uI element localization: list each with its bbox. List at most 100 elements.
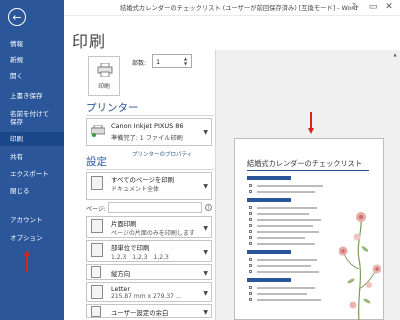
- close-button[interactable]: ✕: [384, 2, 394, 12]
- preview-checkbox: [249, 236, 252, 239]
- collate-icon: [91, 243, 103, 257]
- orientation-dropdown[interactable]: 縦方向 ▼: [86, 264, 212, 280]
- preview-text-line: [257, 191, 315, 193]
- preview-text-line: [257, 299, 321, 301]
- preview-text-line: [257, 237, 305, 239]
- back-arrow-icon[interactable]: ←: [8, 8, 26, 26]
- setting-subtitle: 215.87 mm x 279.37 ...: [111, 293, 182, 300]
- preview-checkbox: [249, 218, 252, 221]
- copies-spinner[interactable]: ▲ ▼: [184, 56, 190, 66]
- copies-label: 部数:: [132, 60, 147, 67]
- preview-section-bar: [247, 278, 291, 282]
- preview-checkbox: [249, 224, 252, 227]
- chevron-down-icon: ▼: [203, 309, 208, 316]
- preview-checkbox: [249, 258, 252, 261]
- sidebar-item-save[interactable]: 上書き保存: [0, 92, 64, 100]
- preview-text-line: [257, 243, 315, 245]
- margins-dropdown[interactable]: ユーザー設定の余白 ▼: [86, 304, 212, 318]
- window-title: 結婚式カレンダーのチェックリスト (ユーザーが前回保存済み) [互換モード] -…: [120, 5, 358, 12]
- preview-checkbox: [249, 230, 252, 233]
- sidebar-item-new[interactable]: 新規: [0, 56, 64, 64]
- printer-name: Canon Inkjet PIXUS 86: [111, 122, 184, 130]
- preview-checkbox: [249, 270, 252, 273]
- preview-text-line: [257, 259, 317, 261]
- sidebar-item-save-as-line2[interactable]: 保存: [0, 118, 64, 126]
- printer-heading: プリンター: [86, 102, 139, 114]
- setting-subtitle: ページの片面のみを印刷します: [111, 230, 195, 237]
- pages-input[interactable]: [108, 202, 202, 213]
- paper-size-icon: [91, 285, 103, 299]
- sidebar-item-print[interactable]: 印刷: [0, 132, 64, 146]
- flower-illustration-icon: [339, 212, 381, 320]
- preview-checkbox: [249, 190, 252, 193]
- preview-section-bar: [247, 198, 291, 202]
- preview-text-line: [257, 265, 311, 267]
- margins-icon: [91, 306, 101, 317]
- minimize-button[interactable]: –: [352, 2, 362, 12]
- preview-text-line: [257, 207, 317, 209]
- portrait-icon: [91, 266, 101, 278]
- settings-heading-rule: [86, 169, 214, 170]
- sidebar-item-save-as-line1[interactable]: 名前を付けて: [0, 110, 64, 118]
- red-arrow-up-icon: [24, 250, 30, 272]
- chevron-down-icon: ▼: [203, 249, 208, 256]
- setting-subtitle: 1,2,3 1,2,3 1,2,3: [111, 254, 169, 261]
- settings-heading: 設定: [86, 156, 107, 168]
- chevron-down-icon: ▼: [203, 129, 208, 136]
- sidebar-item-share[interactable]: 共有: [0, 153, 64, 161]
- backstage-sidebar: ← 情報 新規 開く 上書き保存 名前を付けて 保存 印刷 共有 エクスポート …: [0, 0, 64, 320]
- setting-title: 縦方向: [111, 270, 131, 278]
- preview-text-line: [257, 219, 321, 221]
- setting-title: 部単位で印刷: [111, 244, 150, 252]
- printer-properties-link[interactable]: プリンターのプロパティ: [132, 150, 192, 158]
- preview-text-line: [257, 271, 319, 273]
- restore-button[interactable]: ▭: [368, 2, 378, 12]
- copies-value: 1: [156, 58, 161, 66]
- sidebar-item-account[interactable]: アカウント: [0, 216, 64, 224]
- sidebar-item-export[interactable]: エクスポート: [0, 170, 64, 178]
- preview-checkbox: [249, 286, 252, 289]
- preview-text-line: [257, 225, 313, 227]
- setting-title: すべてのページを印刷: [111, 176, 175, 184]
- print-pane: 印刷 印刷 部数: 1 ▲ ▼ プリンター Canon Inkjet PIXUS …: [64, 16, 400, 320]
- preview-text-line: [257, 213, 309, 215]
- preview-checkbox: [249, 206, 252, 209]
- duplex-dropdown[interactable]: 片面印刷 ページの片面のみを印刷します ▼: [86, 216, 212, 238]
- page-title: 印刷: [72, 32, 107, 51]
- printer-heading-rule: [86, 115, 214, 116]
- red-arrow-down-icon: [308, 112, 314, 134]
- chevron-down-icon: ▼: [203, 270, 208, 277]
- preview-checkbox: [249, 212, 252, 215]
- print-range-dropdown[interactable]: すべてのページを印刷 ドキュメント全体 ▼: [86, 172, 212, 200]
- printer-status: 準備完了: 1 ファイル印刷: [111, 135, 183, 142]
- paper-size-dropdown[interactable]: Letter 215.87 mm x 279.37 ... ▼: [86, 282, 212, 302]
- page-icon: [91, 176, 103, 190]
- pages-row: ページ: i: [86, 202, 212, 214]
- preview-checkbox: [249, 184, 252, 187]
- sidebar-item-info[interactable]: 情報: [0, 40, 64, 48]
- preview-scrollbar[interactable]: [392, 52, 398, 320]
- print-button[interactable]: 印刷: [88, 56, 120, 96]
- copies-input[interactable]: 1 ▲ ▼: [152, 54, 192, 68]
- scroll-up-arrow-icon[interactable]: ▲: [392, 52, 398, 58]
- preview-checkbox: [249, 298, 252, 301]
- preview-section-bar: [247, 250, 291, 254]
- preview-title-rule: [247, 170, 369, 171]
- setting-title: Letter: [111, 285, 130, 293]
- chevron-down-icon: ▼: [203, 225, 208, 232]
- printer-dropdown[interactable]: Canon Inkjet PIXUS 86 準備完了: 1 ファイル印刷 ▼: [86, 118, 212, 146]
- preview-text-line: [257, 185, 323, 187]
- printer-icon: [97, 63, 113, 77]
- preview-section-bar: [247, 176, 291, 180]
- preview-checkbox: [249, 264, 252, 267]
- sidebar-item-options[interactable]: オプション: [0, 234, 64, 242]
- preview-checkbox: [249, 292, 252, 295]
- sidebar-item-open[interactable]: 開く: [0, 72, 64, 80]
- preview-page: 結婚式カレンダーのチェックリスト: [234, 138, 384, 320]
- print-button-label: 印刷: [98, 84, 110, 90]
- preview-text-line: [257, 287, 315, 289]
- word-backstage-print: ← 情報 新規 開く 上書き保存 名前を付けて 保存 印刷 共有 エクスポート …: [0, 0, 400, 320]
- collate-dropdown[interactable]: 部単位で印刷 1,2,3 1,2,3 1,2,3 ▼: [86, 240, 212, 262]
- sidebar-item-close[interactable]: 閉じる: [0, 187, 64, 195]
- info-icon[interactable]: i: [205, 204, 212, 211]
